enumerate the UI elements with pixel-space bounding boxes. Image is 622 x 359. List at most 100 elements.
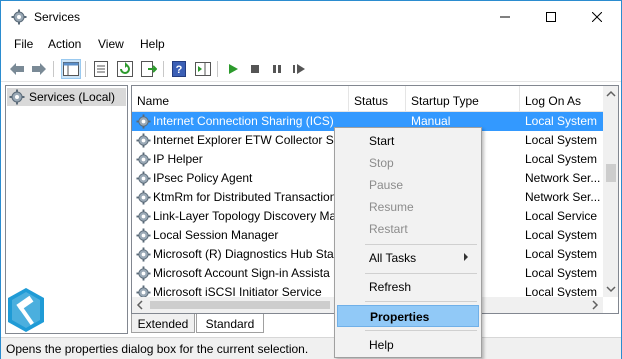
stop-icon <box>251 65 259 73</box>
column-header-startup-type[interactable]: Startup Type <box>406 86 520 112</box>
service-name: KtmRm for Distributed Transaction <box>153 190 337 204</box>
menu-item-restart[interactable]: Restart <box>337 218 479 240</box>
service-gear-icon <box>136 209 151 224</box>
service-log-on-as: Local Service <box>525 209 598 223</box>
menu-action[interactable]: Action <box>48 37 81 51</box>
menu-item-all-tasks[interactable]: All Tasks <box>337 247 479 269</box>
service-gear-icon <box>136 152 151 167</box>
menu-separator <box>365 301 477 302</box>
scroll-down-icon <box>606 286 616 293</box>
minimize-icon <box>500 16 510 17</box>
vertical-scrollbar[interactable] <box>603 86 618 297</box>
column-header-name[interactable]: Name <box>132 86 349 112</box>
toolbar-separator <box>85 61 86 77</box>
menu-item-label: All Tasks <box>369 251 417 265</box>
menu-separator <box>365 330 477 331</box>
console-tree-icon <box>63 62 79 76</box>
export-list-button[interactable] <box>139 59 159 79</box>
column-header-status[interactable]: Status <box>349 86 406 112</box>
service-gear-icon <box>136 228 151 243</box>
close-button[interactable] <box>574 1 620 32</box>
forward-button[interactable] <box>29 59 49 79</box>
svg-text:?: ? <box>176 64 183 76</box>
help-icon: ? <box>172 61 186 77</box>
tree-item-services-local[interactable]: Services (Local) <box>7 88 126 106</box>
show-hide-console-tree-button[interactable] <box>61 59 81 79</box>
service-gear-icon <box>136 266 151 281</box>
maximize-button[interactable] <box>528 1 574 32</box>
service-startup-type: Manual <box>411 114 451 128</box>
back-arrow-icon <box>10 63 24 75</box>
tab-standard[interactable]: Standard <box>196 314 264 333</box>
service-log-on-as: Local System <box>525 228 598 242</box>
service-log-on-as: Local System <box>525 114 598 128</box>
services-gear-icon <box>9 89 25 105</box>
toolbar-separator <box>53 61 54 77</box>
service-gear-icon <box>136 190 151 205</box>
back-button[interactable] <box>7 59 27 79</box>
vertical-scroll-thumb[interactable] <box>606 164 616 182</box>
menu-item-help[interactable]: Help <box>337 334 479 356</box>
play-icon <box>229 64 238 74</box>
service-name: Internet Connection Sharing (ICS) <box>153 114 334 128</box>
window-title: Services <box>34 10 81 24</box>
service-log-on-as: Network Ser... <box>525 190 601 204</box>
column-header-log-on-as[interactable]: Log On As <box>520 86 603 112</box>
properties-icon <box>94 61 108 77</box>
menu-item-properties[interactable]: Properties <box>337 305 479 327</box>
help-toolbar-button[interactable]: ? <box>169 59 189 79</box>
show-action-pane-button[interactable] <box>193 59 213 79</box>
horizontal-scroll-thumb[interactable] <box>150 301 330 309</box>
refresh-icon <box>117 61 133 77</box>
service-log-on-as: Local System <box>525 152 598 166</box>
menu-item-refresh[interactable]: Refresh <box>337 276 479 298</box>
services-gear-icon <box>11 9 27 25</box>
submenu-arrow-icon <box>464 253 468 261</box>
refresh-toolbar-button[interactable] <box>115 59 135 79</box>
service-log-on-as: Local System <box>525 266 598 280</box>
menu-view[interactable]: View <box>98 37 124 51</box>
menu-item-resume[interactable]: Resume <box>337 196 479 218</box>
tree-item-label: Services (Local) <box>29 90 116 104</box>
menu-help[interactable]: Help <box>140 37 165 51</box>
pause-service-button[interactable] <box>267 59 287 79</box>
service-name: IPsec Policy Agent <box>153 171 253 185</box>
menu-file[interactable]: File <box>14 37 33 51</box>
restart-icon <box>293 64 305 74</box>
properties-toolbar-button[interactable] <box>91 59 111 79</box>
export-list-icon <box>141 61 157 77</box>
menu-item-stop[interactable]: Stop <box>337 152 479 174</box>
service-name: IP Helper <box>153 152 203 166</box>
stop-service-button[interactable] <box>245 59 265 79</box>
start-service-button[interactable] <box>223 59 243 79</box>
menu-item-start[interactable]: Start <box>337 130 479 152</box>
service-gear-icon <box>136 114 151 129</box>
restart-service-button[interactable] <box>289 59 309 79</box>
menu-item-pause[interactable]: Pause <box>337 174 479 196</box>
close-icon <box>592 11 602 22</box>
list-header: Name Status Startup Type Log On As <box>132 86 603 112</box>
service-name: Microsoft Account Sign-in Assista <box>153 266 330 280</box>
service-gear-icon <box>136 171 151 186</box>
service-log-on-as: Local System <box>525 247 598 261</box>
service-log-on-as: Network Ser... <box>525 171 601 185</box>
toolbar: ? <box>1 56 621 82</box>
hammer-logo-icon <box>8 288 44 332</box>
service-name: Internet Explorer ETW Collector Se <box>153 133 341 147</box>
service-gear-icon <box>136 133 151 148</box>
scroll-right-icon <box>592 300 599 310</box>
services-window: Services File Action View Help ? Service… <box>0 0 622 359</box>
pause-icon <box>273 65 281 73</box>
context-menu: Start Stop Pause Resume Restart All Task… <box>334 127 482 358</box>
service-name: Link-Layer Topology Discovery Ma <box>153 209 337 223</box>
menu-bar: File Action View Help <box>1 33 621 54</box>
service-log-on-as: Local System <box>525 133 598 147</box>
status-text: Opens the properties dialog box for the … <box>6 342 309 356</box>
minimize-button[interactable] <box>482 1 528 32</box>
title-bar[interactable]: Services <box>1 1 621 32</box>
toolbar-separator <box>217 61 218 77</box>
toolbar-separator <box>163 61 164 77</box>
forward-arrow-icon <box>32 63 46 75</box>
maximize-icon <box>546 11 556 22</box>
tab-extended[interactable]: Extended <box>131 314 195 333</box>
